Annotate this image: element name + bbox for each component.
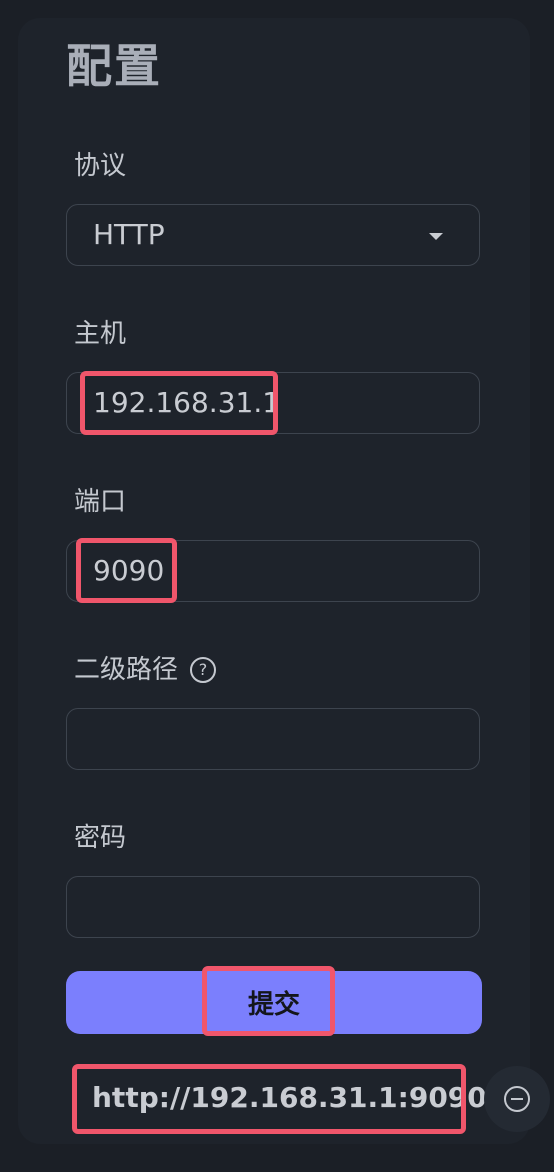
- password-input[interactable]: [66, 876, 480, 938]
- host-label-text: 主机: [74, 319, 127, 349]
- port-input[interactable]: 9090: [66, 540, 480, 602]
- result-url: http://192.168.31.1:9090: [92, 1081, 487, 1114]
- protocol-select-value: HTTP: [93, 218, 165, 251]
- host-input-value: 192.168.31.1: [93, 386, 281, 419]
- submit-button[interactable]: 提交: [66, 971, 482, 1034]
- path-label: 二级路径 ?: [74, 652, 217, 688]
- port-label: 端口: [74, 484, 126, 520]
- path-label-text: 二级路径: [74, 655, 179, 685]
- chevron-down-icon: [429, 233, 443, 240]
- protocol-label: 协议: [74, 148, 126, 184]
- port-input-value: 9090: [93, 554, 165, 587]
- submit-button-label: 提交: [247, 990, 300, 1020]
- password-label-text: 密码: [74, 823, 127, 853]
- host-input[interactable]: 192.168.31.1: [66, 372, 480, 434]
- password-label: 密码: [74, 820, 126, 856]
- protocol-select[interactable]: HTTP: [66, 204, 480, 266]
- port-label-text: 端口: [74, 487, 127, 517]
- collapse-button[interactable]: [484, 1066, 550, 1132]
- host-label: 主机: [74, 316, 126, 352]
- path-input[interactable]: [66, 708, 480, 770]
- minus-circle-icon: [504, 1086, 530, 1112]
- protocol-label-text: 协议: [74, 151, 127, 181]
- question-circle-icon[interactable]: ?: [190, 657, 217, 683]
- page-title: 配置: [66, 39, 162, 93]
